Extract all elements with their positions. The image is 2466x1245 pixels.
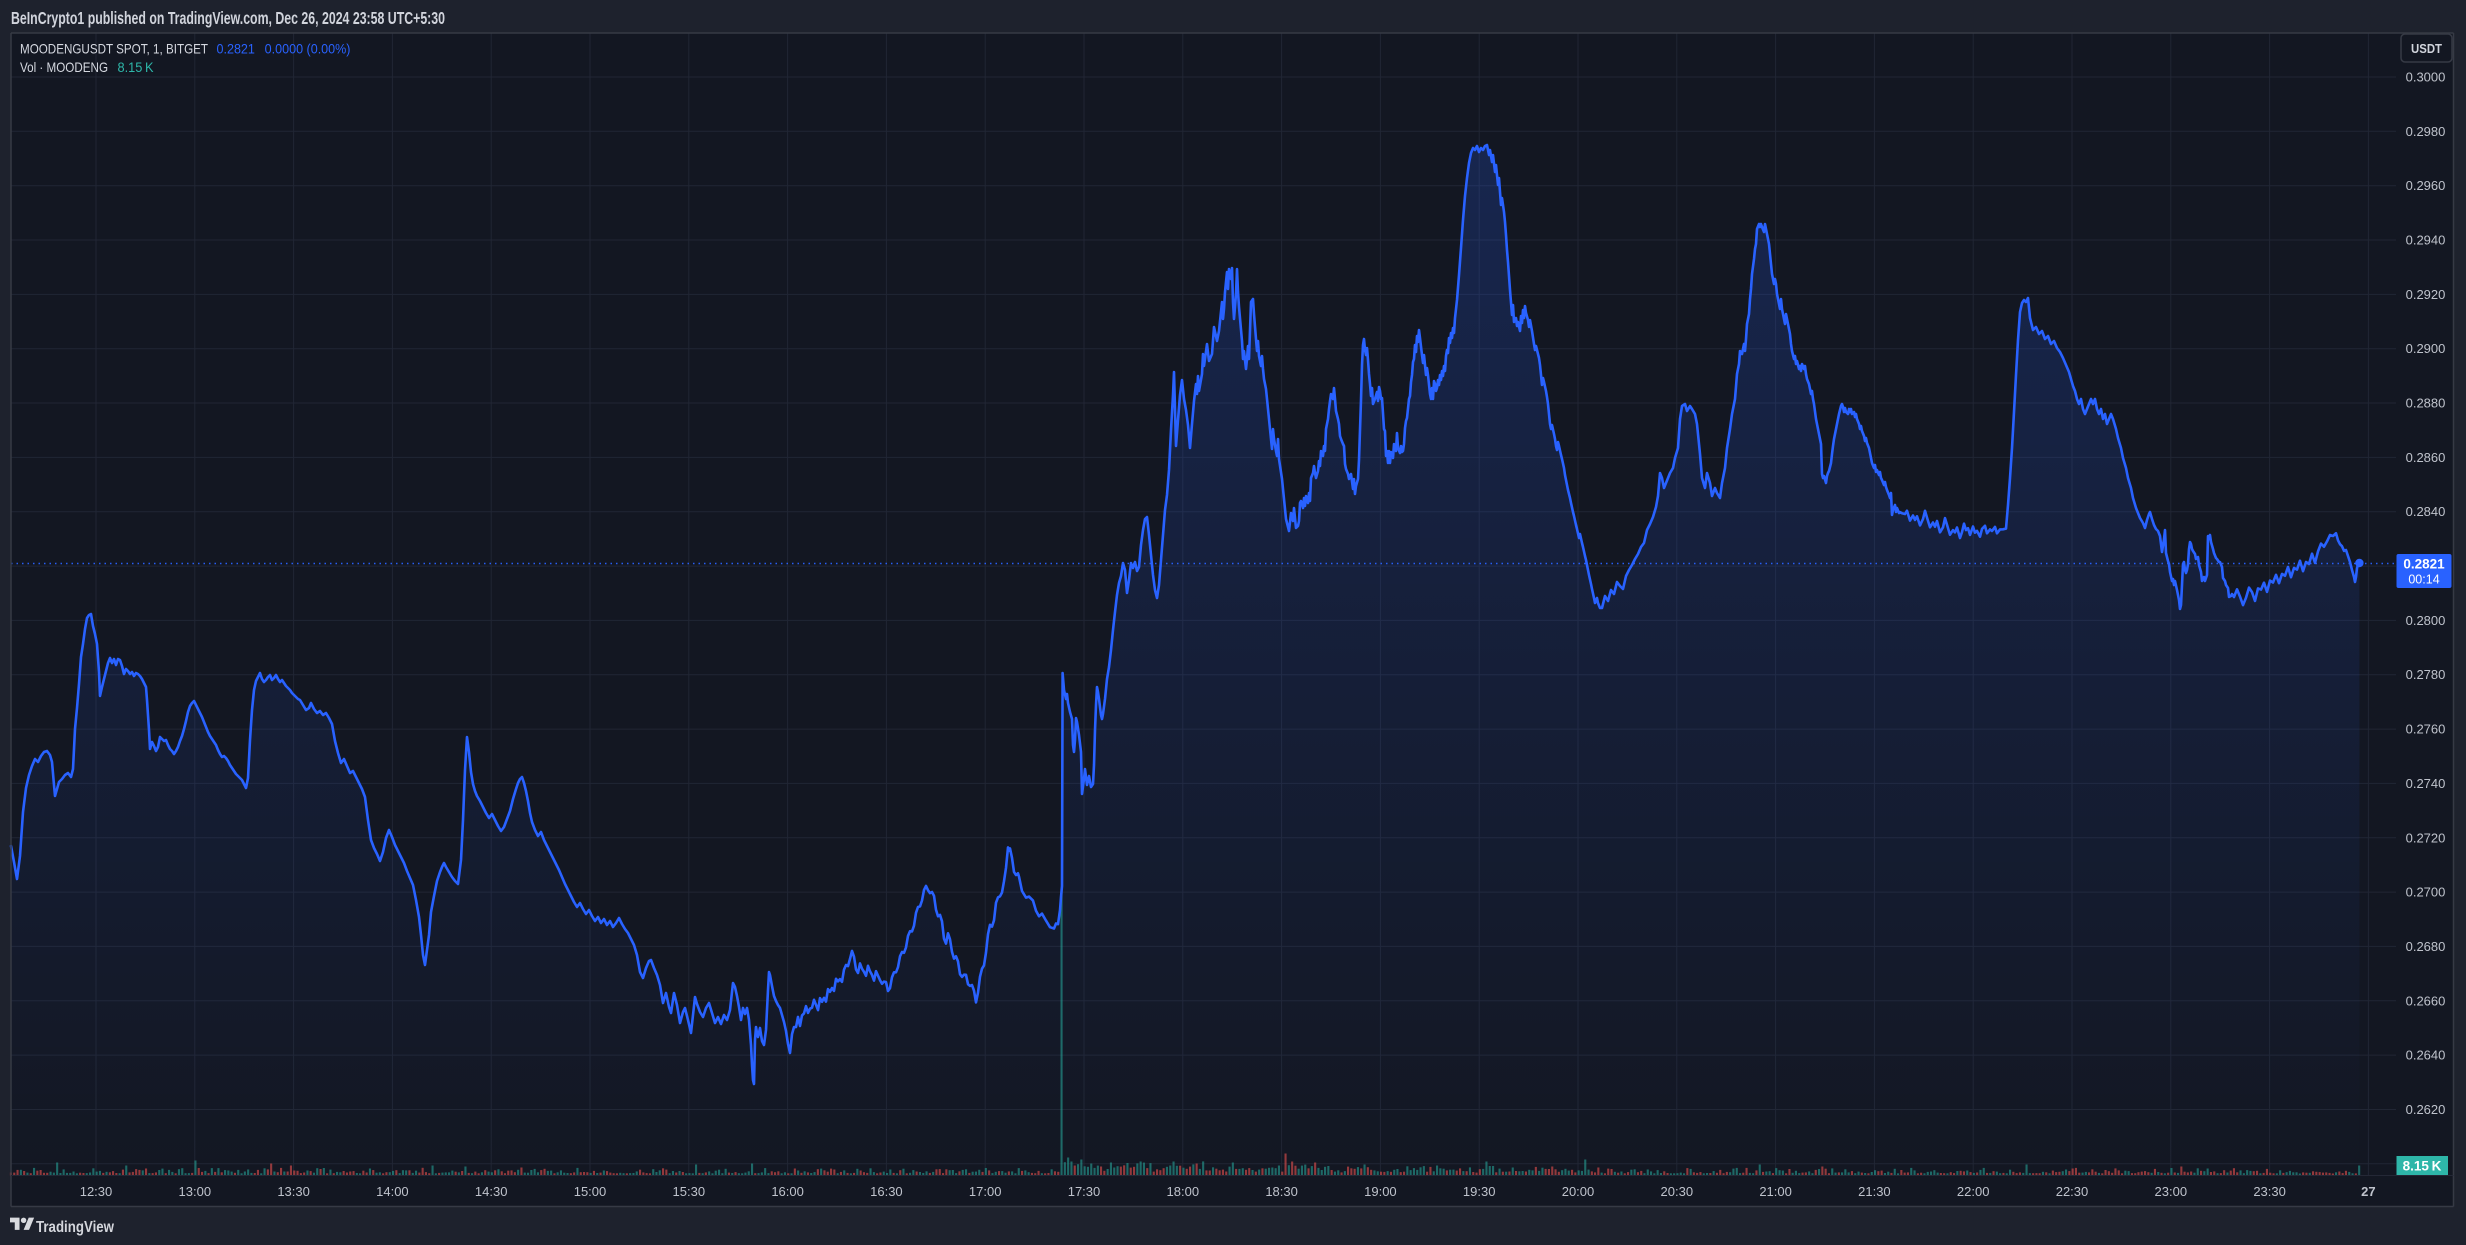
svg-text:USDT: USDT xyxy=(2411,42,2442,56)
svg-text:0.2780: 0.2780 xyxy=(2406,667,2446,682)
svg-text:0.2680: 0.2680 xyxy=(2406,939,2446,954)
svg-text:22:30: 22:30 xyxy=(2056,1184,2089,1199)
svg-text:19:00: 19:00 xyxy=(1364,1184,1397,1199)
svg-text:16:30: 16:30 xyxy=(870,1184,903,1199)
svg-text:13:00: 13:00 xyxy=(179,1184,212,1199)
svg-text:0.2720: 0.2720 xyxy=(2406,830,2446,845)
svg-text:12:30: 12:30 xyxy=(80,1184,113,1199)
svg-text:Vol · MOODENG: Vol · MOODENG xyxy=(20,59,108,75)
svg-text:0.2740: 0.2740 xyxy=(2406,776,2446,791)
svg-text:17:30: 17:30 xyxy=(1068,1184,1101,1199)
svg-text:0.2640: 0.2640 xyxy=(2406,1048,2446,1063)
svg-text:14:30: 14:30 xyxy=(475,1184,508,1199)
svg-text:0.3000: 0.3000 xyxy=(2406,70,2446,85)
svg-text:0.2940: 0.2940 xyxy=(2406,233,2446,248)
svg-text:00:14: 00:14 xyxy=(2408,573,2439,587)
svg-text:0.2920: 0.2920 xyxy=(2406,287,2446,302)
svg-text:0.2980: 0.2980 xyxy=(2406,124,2446,139)
svg-text:21:30: 21:30 xyxy=(1858,1184,1891,1199)
svg-text:0.2821: 0.2821 xyxy=(2403,557,2445,572)
svg-text:27: 27 xyxy=(2361,1184,2375,1199)
svg-text:0.2840: 0.2840 xyxy=(2406,504,2446,519)
svg-text:MOODENGUSDT SPOT, 1, BITGET: MOODENGUSDT SPOT, 1, BITGET xyxy=(20,41,208,57)
svg-text:21:00: 21:00 xyxy=(1759,1184,1792,1199)
svg-text:0.2900: 0.2900 xyxy=(2406,341,2446,356)
svg-text:8.15 K: 8.15 K xyxy=(118,59,155,75)
svg-text:20:00: 20:00 xyxy=(1562,1184,1595,1199)
svg-text:23:30: 23:30 xyxy=(2253,1184,2286,1199)
svg-text:0.2660: 0.2660 xyxy=(2406,993,2446,1008)
svg-text:17:00: 17:00 xyxy=(969,1184,1002,1199)
svg-text:23:00: 23:00 xyxy=(2155,1184,2188,1199)
svg-text:0.2860: 0.2860 xyxy=(2406,450,2446,465)
svg-text:TradingView: TradingView xyxy=(36,1219,114,1236)
svg-text:0.2760: 0.2760 xyxy=(2406,722,2446,737)
svg-text:16:00: 16:00 xyxy=(771,1184,804,1199)
svg-text:0.2800: 0.2800 xyxy=(2406,613,2446,628)
svg-text:15:30: 15:30 xyxy=(673,1184,706,1199)
svg-text:0.2880: 0.2880 xyxy=(2406,396,2446,411)
svg-text:18:30: 18:30 xyxy=(1265,1184,1298,1199)
svg-text:20:30: 20:30 xyxy=(1661,1184,1694,1199)
svg-text:0.2620: 0.2620 xyxy=(2406,1102,2446,1117)
svg-text:14:00: 14:00 xyxy=(376,1184,409,1199)
svg-text:22:00: 22:00 xyxy=(1957,1184,1990,1199)
svg-text:0.2700: 0.2700 xyxy=(2406,885,2446,900)
svg-text:19:30: 19:30 xyxy=(1463,1184,1496,1199)
svg-text:15:00: 15:00 xyxy=(574,1184,607,1199)
svg-text:0.2960: 0.2960 xyxy=(2406,178,2446,193)
svg-text:BeInCrypto1 published on Tradi: BeInCrypto1 published on TradingView.com… xyxy=(11,8,445,28)
svg-text:0.2821 0.0000 (0.00%): 0.2821 0.0000 (0.00%) xyxy=(217,41,351,57)
svg-text:8.15 K: 8.15 K xyxy=(2403,1159,2442,1174)
svg-text:13:30: 13:30 xyxy=(277,1184,310,1199)
svg-text:18:00: 18:00 xyxy=(1167,1184,1200,1199)
